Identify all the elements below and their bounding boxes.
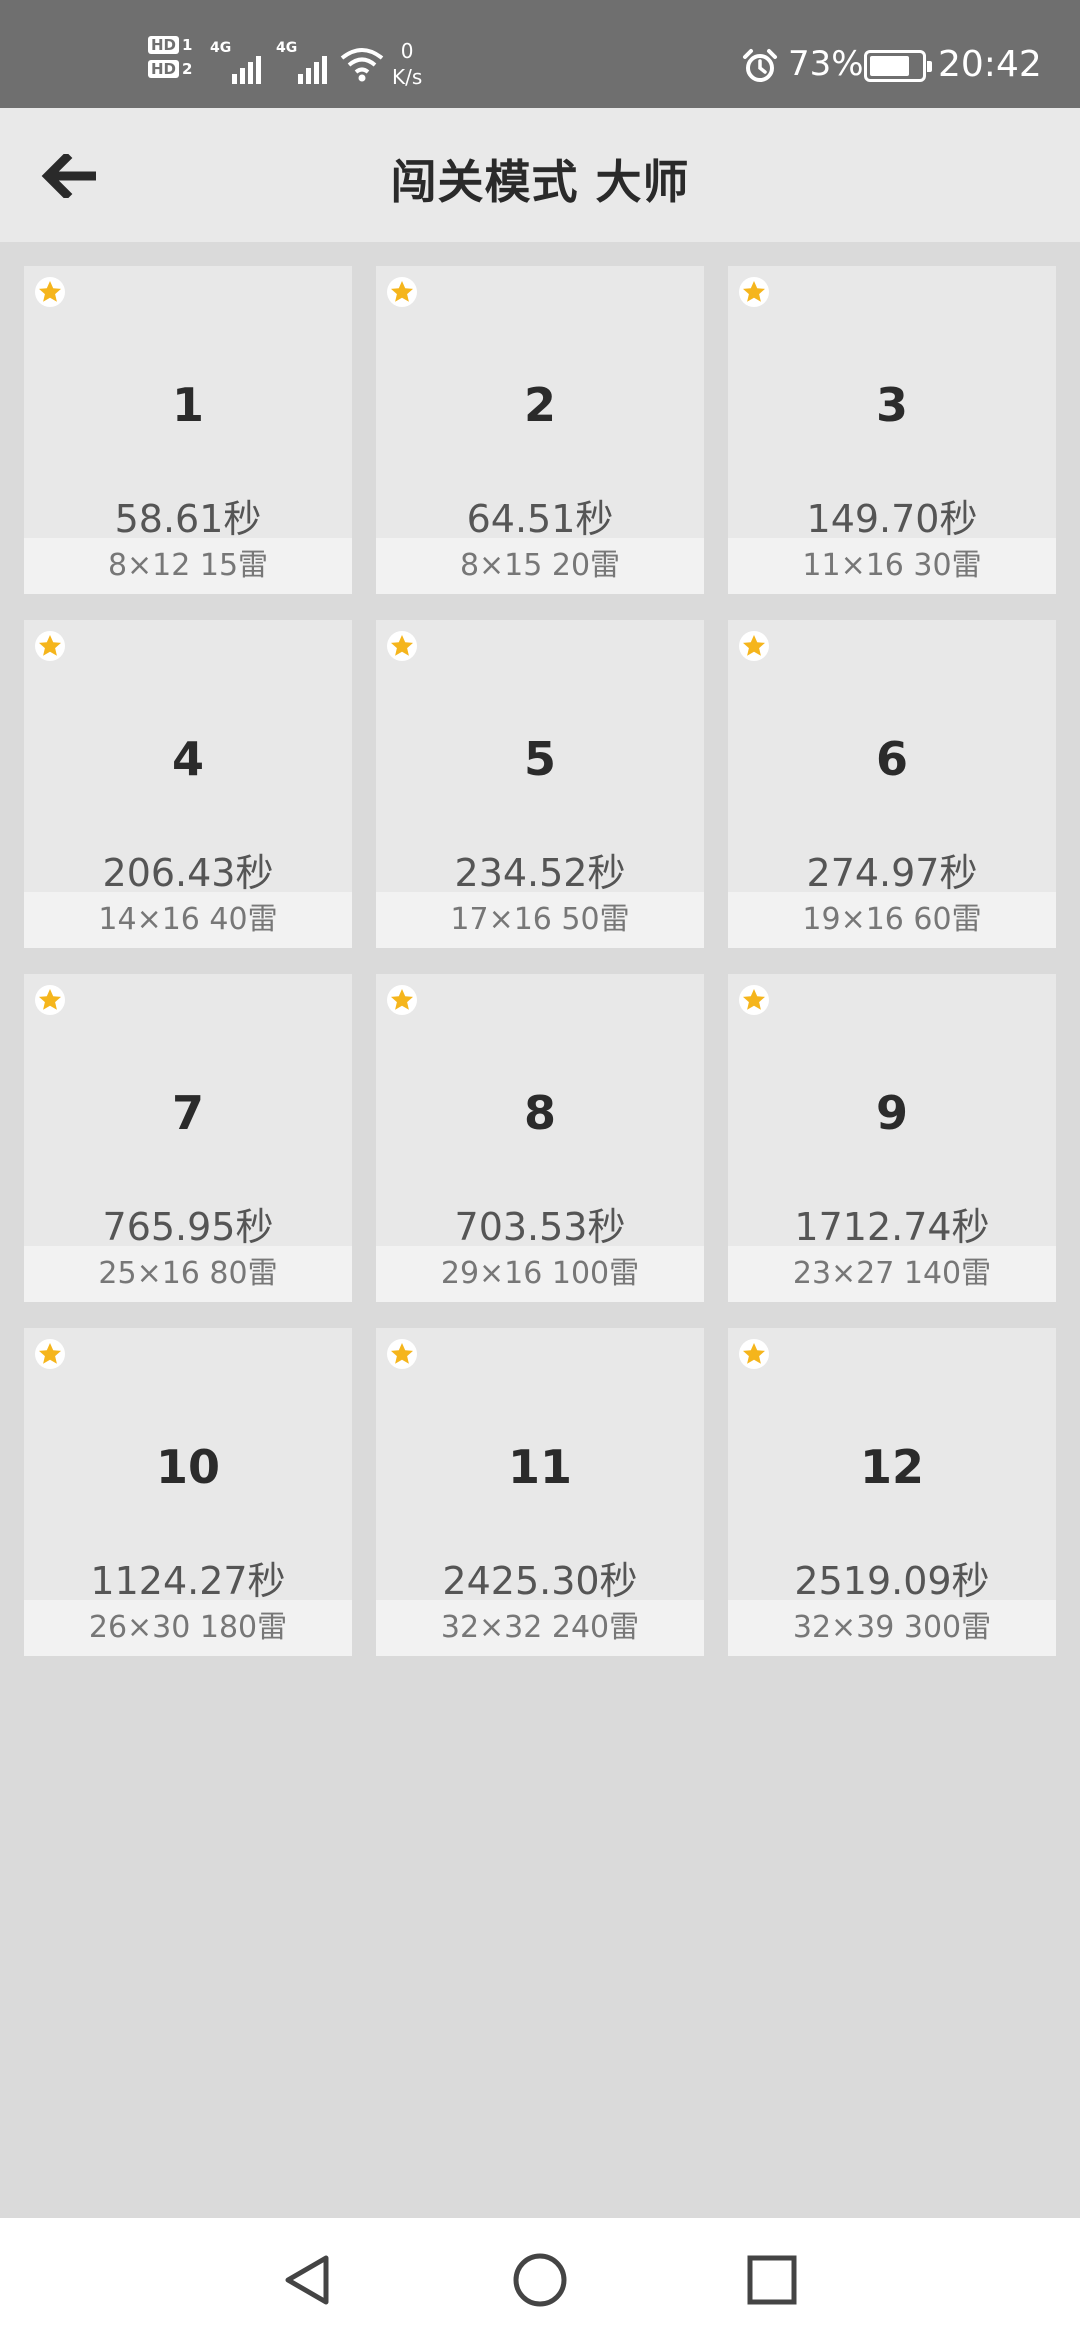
board-info: 11×16 30雷 xyxy=(728,538,1056,594)
best-time: 703.53秒 xyxy=(454,1205,626,1249)
star-icon xyxy=(739,631,769,661)
level-card-7[interactable]: 7 765.95秒 25×16 80雷 xyxy=(24,974,352,1302)
star-icon xyxy=(387,985,417,1015)
level-number: 10 xyxy=(155,1440,220,1494)
board-info: 19×16 60雷 xyxy=(728,892,1056,948)
nav-home-button[interactable] xyxy=(508,2248,572,2312)
hd1-sim: 1 xyxy=(182,36,193,54)
board-info: 26×30 180雷 xyxy=(24,1600,352,1656)
best-time: 58.61秒 xyxy=(114,497,262,541)
star-icon xyxy=(35,631,65,661)
circle-home-icon xyxy=(513,2253,567,2307)
star-icon xyxy=(35,277,65,307)
speed-unit: K/s xyxy=(392,65,423,89)
nav-back-button[interactable] xyxy=(276,2248,340,2312)
best-time: 149.70秒 xyxy=(806,497,978,541)
level-card-11[interactable]: 11 2425.30秒 32×32 240雷 xyxy=(376,1328,704,1656)
board-info: 25×16 80雷 xyxy=(24,1246,352,1302)
level-number: 5 xyxy=(523,732,556,786)
clock: 20:42 xyxy=(938,44,1042,85)
level-number: 12 xyxy=(859,1440,924,1494)
level-card-1[interactable]: 1 58.61秒 8×12 15雷 xyxy=(24,266,352,594)
level-number: 3 xyxy=(875,378,908,432)
star-icon xyxy=(35,1339,65,1369)
network-type-1: 4G xyxy=(210,40,232,56)
level-number: 8 xyxy=(523,1086,556,1140)
nav-recents-button[interactable] xyxy=(740,2248,804,2312)
battery-percent: 73% xyxy=(788,44,864,84)
wifi-icon xyxy=(340,46,384,86)
level-card-2[interactable]: 2 64.51秒 8×15 20雷 xyxy=(376,266,704,594)
level-card-4[interactable]: 4 206.43秒 14×16 40雷 xyxy=(24,620,352,948)
level-number: 9 xyxy=(875,1086,908,1140)
star-icon xyxy=(35,985,65,1015)
battery-charging-icon xyxy=(864,50,932,82)
level-number: 1 xyxy=(171,378,204,432)
network-speed: 0 K/s xyxy=(392,38,422,90)
hd-indicator: HD 1 HD 2 xyxy=(148,34,202,84)
star-icon xyxy=(739,277,769,307)
star-icon xyxy=(387,277,417,307)
level-card-12[interactable]: 12 2519.09秒 32×39 300雷 xyxy=(728,1328,1056,1656)
board-info: 23×27 140雷 xyxy=(728,1246,1056,1302)
best-time: 2425.30秒 xyxy=(442,1559,638,1603)
board-info: 29×16 100雷 xyxy=(376,1246,704,1302)
speed-value: 0 xyxy=(400,39,414,63)
hd1-label: HD xyxy=(148,36,180,54)
status-bar: HD 1 HD 2 4G 4G 0 K/s 73% 20:42 xyxy=(0,0,1080,108)
page-title: 闯关模式 大师 xyxy=(390,155,690,209)
level-number: 2 xyxy=(523,378,556,432)
best-time: 234.52秒 xyxy=(454,851,626,895)
board-info: 32×39 300雷 xyxy=(728,1600,1056,1656)
level-card-3[interactable]: 3 149.70秒 11×16 30雷 xyxy=(728,266,1056,594)
best-time: 1712.74秒 xyxy=(794,1205,990,1249)
best-time: 1124.27秒 xyxy=(90,1559,286,1603)
star-icon xyxy=(739,985,769,1015)
best-time: 274.97秒 xyxy=(806,851,978,895)
level-number: 7 xyxy=(171,1086,204,1140)
level-card-9[interactable]: 9 1712.74秒 23×27 140雷 xyxy=(728,974,1056,1302)
level-card-5[interactable]: 5 234.52秒 17×16 50雷 xyxy=(376,620,704,948)
star-icon xyxy=(387,631,417,661)
star-icon xyxy=(387,1339,417,1369)
square-recents-icon xyxy=(747,2255,797,2305)
level-number: 4 xyxy=(171,732,204,786)
signal-1-icon: 4G xyxy=(210,40,266,84)
level-number: 6 xyxy=(875,732,908,786)
best-time: 2519.09秒 xyxy=(794,1559,990,1603)
level-card-8[interactable]: 8 703.53秒 29×16 100雷 xyxy=(376,974,704,1302)
network-type-2: 4G xyxy=(276,40,298,56)
level-card-10[interactable]: 10 1124.27秒 26×30 180雷 xyxy=(24,1328,352,1656)
best-time: 64.51秒 xyxy=(466,497,614,541)
star-icon xyxy=(739,1339,769,1369)
board-info: 32×32 240雷 xyxy=(376,1600,704,1656)
best-time: 765.95秒 xyxy=(102,1205,274,1249)
level-number: 11 xyxy=(507,1440,572,1494)
app-bar: 闯关模式 大师 xyxy=(0,108,1080,242)
hd2-label: HD xyxy=(148,60,180,78)
system-nav-bar xyxy=(0,2218,1080,2340)
board-info: 14×16 40雷 xyxy=(24,892,352,948)
triangle-back-icon xyxy=(285,2255,329,2305)
board-info: 17×16 50雷 xyxy=(376,892,704,948)
board-info: 8×15 20雷 xyxy=(376,538,704,594)
hd2-sim: 2 xyxy=(182,60,193,78)
best-time: 206.43秒 xyxy=(102,851,274,895)
alarm-icon xyxy=(742,48,778,88)
signal-2-icon: 4G xyxy=(276,40,332,84)
board-info: 8×12 15雷 xyxy=(24,538,352,594)
level-card-6[interactable]: 6 274.97秒 19×16 60雷 xyxy=(728,620,1056,948)
